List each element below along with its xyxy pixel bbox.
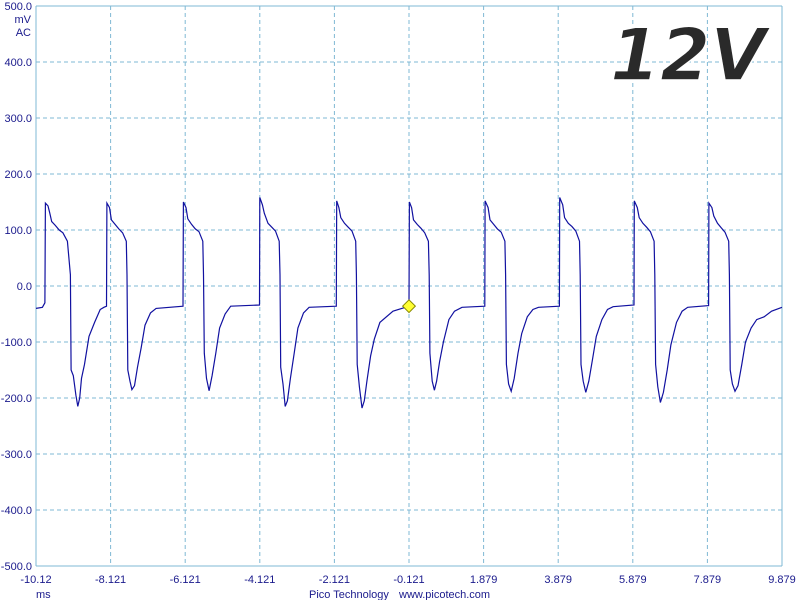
coupling-label: AC: [16, 27, 31, 39]
y-unit-label: mV: [15, 14, 32, 26]
y-tick-label: -500.0: [1, 561, 32, 573]
x-tick-label: -6.121: [170, 574, 201, 586]
footer-url: www.picotech.com: [398, 589, 490, 600]
y-tick-label: 500.0: [4, 1, 32, 13]
x-tick-label: -0.121: [393, 574, 424, 586]
x-tick-label: 9.879: [768, 574, 796, 586]
y-tick-label: -200.0: [1, 393, 32, 405]
x-tick-label: 1.879: [470, 574, 498, 586]
x-tick-label: 5.879: [619, 574, 647, 586]
x-tick-label: -2.121: [319, 574, 350, 586]
y-tick-label: -400.0: [1, 505, 32, 517]
y-tick-label: 0.0: [17, 281, 32, 293]
x-unit-label: ms: [36, 589, 51, 600]
y-tick-label: 300.0: [4, 113, 32, 125]
x-tick-label: -4.121: [244, 574, 275, 586]
y-tick-label: -100.0: [1, 337, 32, 349]
oscilloscope-chart: 500.0 400.0 300.0 200.0 100.0 0.0 -100.0 -200.0…: [0, 0, 800, 600]
x-tick-label: 7.879: [694, 574, 722, 586]
y-tick-label: -300.0: [1, 449, 32, 461]
x-tick-label: -8.121: [95, 574, 126, 586]
y-tick-label: 100.0: [4, 225, 32, 237]
x-tick-label: 3.879: [544, 574, 572, 586]
x-tick-label: -10.12: [20, 574, 51, 586]
voltage-overlay-label: 12V: [610, 13, 771, 97]
y-tick-label: 200.0: [4, 169, 32, 181]
footer-brand: Pico Technology: [309, 589, 389, 600]
y-tick-label: 400.0: [4, 57, 32, 69]
